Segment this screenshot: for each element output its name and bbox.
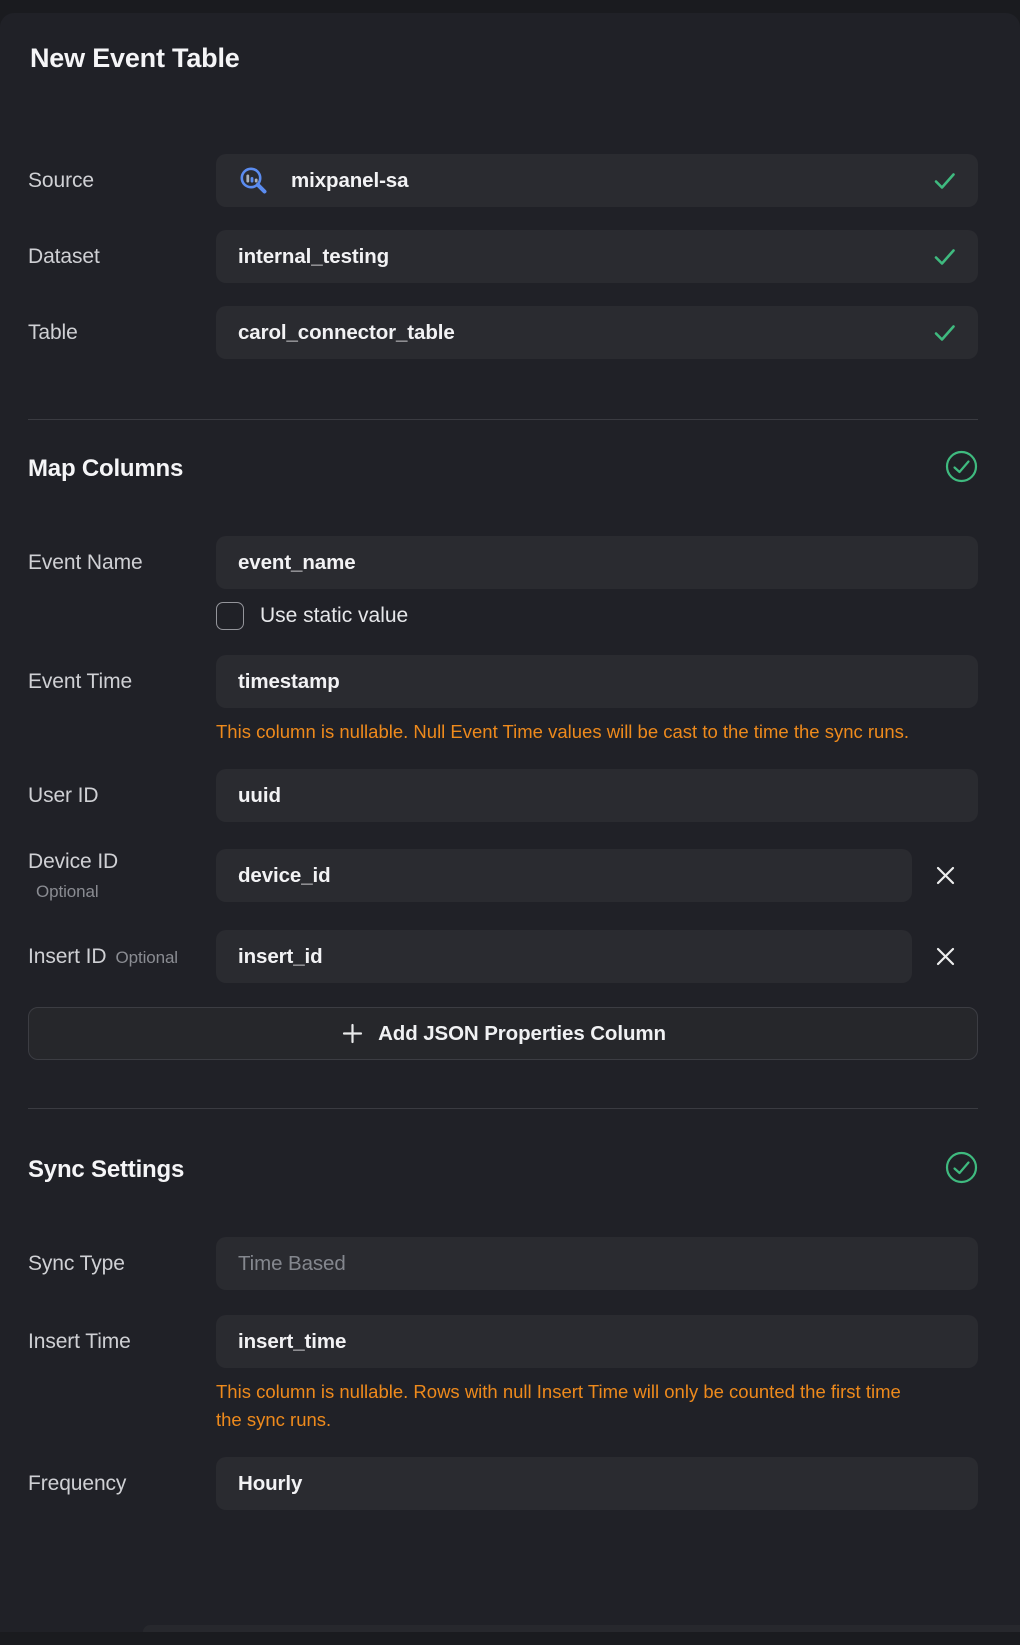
user-id-row: User ID uuid bbox=[28, 769, 978, 822]
insert-id-label-text: Insert ID bbox=[28, 945, 106, 968]
device-id-optional-tag: Optional bbox=[36, 882, 216, 902]
event-time-nullable-warning: This column is nullable. Null Event Time… bbox=[216, 718, 921, 746]
insert-id-optional-tag: Optional bbox=[115, 948, 178, 967]
event-name-row: Event Name event_name bbox=[28, 536, 978, 589]
section-divider bbox=[28, 419, 978, 420]
insert-time-select[interactable]: insert_time bbox=[216, 1315, 978, 1368]
insert-id-remove-cell bbox=[912, 939, 978, 975]
device-id-label-text: Device ID bbox=[28, 850, 118, 873]
device-id-value: device_id bbox=[238, 864, 892, 888]
frequency-value: Hourly bbox=[238, 1472, 958, 1496]
dataset-select[interactable]: internal_testing bbox=[216, 230, 978, 283]
sync-type-select[interactable]: Time Based bbox=[216, 1237, 978, 1290]
source-valid-check-icon bbox=[931, 167, 958, 194]
sync-type-value: Time Based bbox=[238, 1252, 958, 1276]
insert-id-label: Insert ID Optional bbox=[28, 945, 216, 969]
user-id-label: User ID bbox=[28, 784, 216, 808]
insert-id-select[interactable]: insert_id bbox=[216, 930, 912, 983]
sync-type-row: Sync Type Time Based bbox=[28, 1237, 978, 1290]
dataset-valid-check-icon bbox=[931, 243, 958, 270]
source-label: Source bbox=[28, 169, 216, 193]
table-label: Table bbox=[28, 321, 216, 345]
x-close-icon bbox=[934, 945, 957, 968]
insert-id-value: insert_id bbox=[238, 945, 892, 969]
event-time-row: Event Time timestamp bbox=[28, 655, 978, 708]
sync-settings-valid-circle-check-icon bbox=[945, 1151, 978, 1189]
source-select[interactable]: mixpanel-sa bbox=[216, 154, 978, 207]
event-time-label: Event Time bbox=[28, 670, 216, 694]
event-name-value: event_name bbox=[238, 551, 958, 575]
insert-id-row: Insert ID Optional insert_id bbox=[28, 930, 978, 983]
insert-time-row: Insert Time insert_time bbox=[28, 1315, 978, 1368]
event-time-select[interactable]: timestamp bbox=[216, 655, 978, 708]
device-id-remove-cell bbox=[912, 858, 978, 894]
source-value: mixpanel-sa bbox=[291, 169, 931, 193]
insert-time-nullable-warning: This column is nullable. Rows with null … bbox=[216, 1378, 921, 1434]
map-columns-heading: Map Columns bbox=[28, 455, 183, 483]
next-element-peek bbox=[143, 1625, 1020, 1632]
map-columns-header: Map Columns bbox=[28, 450, 978, 488]
device-id-label: Device ID Optional bbox=[28, 850, 216, 902]
x-close-icon bbox=[934, 864, 957, 887]
event-time-value: timestamp bbox=[238, 670, 958, 694]
sync-type-label: Sync Type bbox=[28, 1252, 216, 1276]
insert-time-value: insert_time bbox=[238, 1330, 958, 1354]
device-id-select[interactable]: device_id bbox=[216, 849, 912, 902]
device-id-remove-button[interactable] bbox=[927, 858, 963, 894]
use-static-value-label: Use static value bbox=[260, 604, 408, 628]
dataset-row: Dataset internal_testing bbox=[28, 230, 978, 283]
insert-id-remove-button[interactable] bbox=[927, 939, 963, 975]
section-divider bbox=[28, 1108, 978, 1109]
device-id-row: Device ID Optional device_id bbox=[28, 849, 978, 902]
new-event-table-panel: New Event Table Source mixpanel-sa bbox=[0, 13, 1020, 1632]
event-name-label: Event Name bbox=[28, 551, 216, 575]
event-name-select[interactable]: event_name bbox=[216, 536, 978, 589]
frequency-select[interactable]: Hourly bbox=[216, 1457, 978, 1510]
insert-time-label: Insert Time bbox=[28, 1330, 216, 1354]
sync-settings-heading: Sync Settings bbox=[28, 1156, 184, 1184]
plus-icon bbox=[340, 1021, 365, 1046]
frequency-row: Frequency Hourly bbox=[28, 1457, 978, 1510]
dataset-value: internal_testing bbox=[238, 245, 931, 269]
source-row: Source mixpanel-sa bbox=[28, 154, 978, 207]
use-static-value-checkbox[interactable] bbox=[216, 602, 244, 630]
dataset-label: Dataset bbox=[28, 245, 216, 269]
table-valid-check-icon bbox=[931, 319, 958, 346]
table-select[interactable]: carol_connector_table bbox=[216, 306, 978, 359]
add-json-properties-label: Add JSON Properties Column bbox=[378, 1022, 666, 1046]
mixpanel-logo-icon bbox=[238, 165, 269, 196]
add-json-properties-button[interactable]: Add JSON Properties Column bbox=[28, 1007, 978, 1060]
table-row: Table carol_connector_table bbox=[28, 306, 978, 359]
user-id-value: uuid bbox=[238, 784, 958, 808]
map-columns-valid-circle-check-icon bbox=[945, 450, 978, 488]
table-value: carol_connector_table bbox=[238, 321, 931, 345]
sync-settings-header: Sync Settings bbox=[28, 1151, 978, 1189]
static-value-row: Use static value bbox=[216, 602, 978, 630]
frequency-label: Frequency bbox=[28, 1472, 216, 1496]
user-id-select[interactable]: uuid bbox=[216, 769, 978, 822]
page-title: New Event Table bbox=[30, 43, 978, 74]
